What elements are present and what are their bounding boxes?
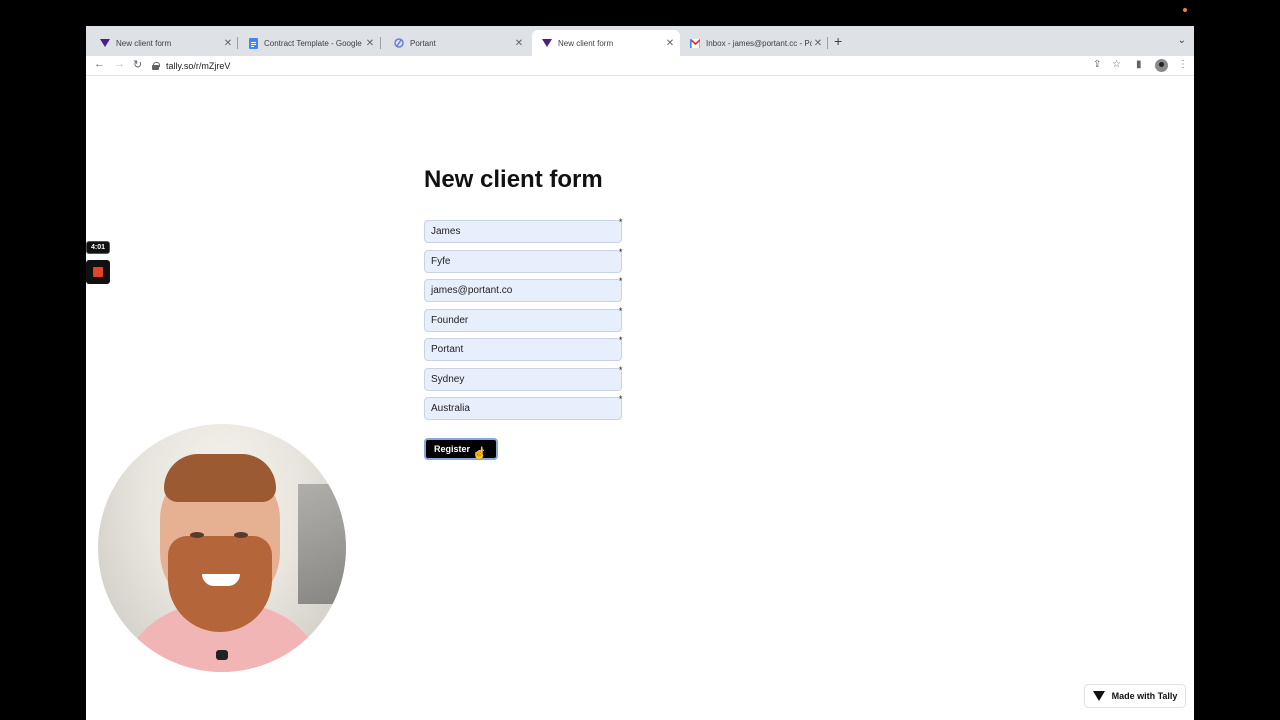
webcam-person-smile	[202, 574, 240, 586]
job-title-input[interactable]: Founder	[424, 309, 622, 332]
portant-icon	[394, 38, 404, 48]
bookmark-star-icon[interactable]: ☆	[1112, 59, 1121, 70]
browser-toolbar: ← → ↻ tally.so/r/mZjreV ⇪ ☆ ▮ ⋮	[86, 56, 1194, 76]
more-menu-icon[interactable]: ⋮	[1178, 59, 1188, 70]
screen: New client form ✕ Contract Template - Go…	[0, 0, 1280, 720]
stop-recording-button[interactable]	[86, 260, 110, 284]
city-input[interactable]: Sydney	[424, 368, 622, 391]
required-marker: *	[619, 365, 623, 375]
tab-new-client-form[interactable]: New client form ✕	[90, 30, 238, 56]
tab-search-chevron-icon[interactable]: ⌄	[1178, 35, 1186, 46]
last-name-input[interactable]: Fyfe	[424, 250, 622, 273]
webcam-person-hair	[164, 454, 276, 502]
register-label: Register	[434, 444, 471, 454]
required-marker: *	[619, 247, 623, 257]
profile-avatar[interactable]	[1155, 59, 1168, 72]
tab-inbox[interactable]: Inbox - james@portant.cc - Portant ✕	[680, 30, 828, 56]
required-marker: *	[619, 217, 623, 227]
recording-timer: 4:01	[86, 241, 110, 254]
tab-portant[interactable]: Portant ✕	[384, 30, 529, 56]
webcam-person-eye	[234, 532, 248, 538]
share-icon[interactable]: ⇪	[1093, 59, 1101, 70]
google-docs-icon	[248, 37, 258, 49]
close-icon[interactable]: ✕	[664, 38, 676, 49]
close-icon[interactable]: ✕	[222, 38, 234, 49]
tab-divider	[380, 37, 381, 49]
required-marker: *	[619, 335, 623, 345]
tally-logo-icon	[1092, 691, 1105, 701]
tab-strip: New client form ✕ Contract Template - Go…	[86, 26, 1194, 56]
required-marker: *	[619, 394, 623, 404]
tally-icon	[100, 38, 110, 48]
webcam-overlay[interactable]	[98, 424, 346, 672]
new-tab-icon[interactable]: +	[834, 34, 842, 48]
tab-new-client-form-active[interactable]: New client form ✕	[532, 30, 680, 56]
country-input[interactable]: Australia	[424, 397, 622, 420]
tally-icon	[542, 38, 552, 48]
gmail-icon	[690, 38, 700, 48]
stop-icon	[93, 267, 103, 277]
close-icon[interactable]: ✕	[812, 38, 824, 49]
email-input[interactable]: james@portant.co	[424, 279, 622, 302]
client-form: New client form James * Fyfe * james@por…	[424, 166, 623, 460]
webcam-background	[298, 484, 346, 604]
tab-contract-template[interactable]: Contract Template - Google Docs ✕	[238, 30, 380, 56]
form-title: New client form	[424, 166, 603, 193]
address-bar[interactable]: tally.so/r/mZjreV	[152, 57, 1112, 74]
made-with-tally-badge[interactable]: Made with Tally	[1084, 684, 1186, 708]
side-panel-icon[interactable]: ▮	[1136, 59, 1142, 70]
forward-icon[interactable]: →	[114, 58, 125, 70]
lapel-mic-icon	[216, 650, 228, 660]
lock-icon	[152, 61, 160, 70]
close-icon[interactable]: ✕	[364, 38, 376, 49]
back-icon[interactable]: ←	[94, 58, 105, 70]
close-icon[interactable]: ✕	[513, 38, 525, 49]
company-input[interactable]: Portant	[424, 338, 622, 361]
required-marker: *	[619, 306, 623, 316]
tab-divider	[827, 37, 828, 49]
required-marker: *	[619, 276, 623, 286]
url-text: tally.so/r/mZjreV	[166, 60, 231, 71]
webcam-person-eye	[190, 532, 204, 538]
recording-indicator	[1183, 8, 1187, 12]
hand-pointer-cursor-icon: ☝	[472, 446, 487, 460]
reload-icon[interactable]: ↻	[133, 58, 142, 71]
first-name-input[interactable]: James	[424, 220, 622, 243]
